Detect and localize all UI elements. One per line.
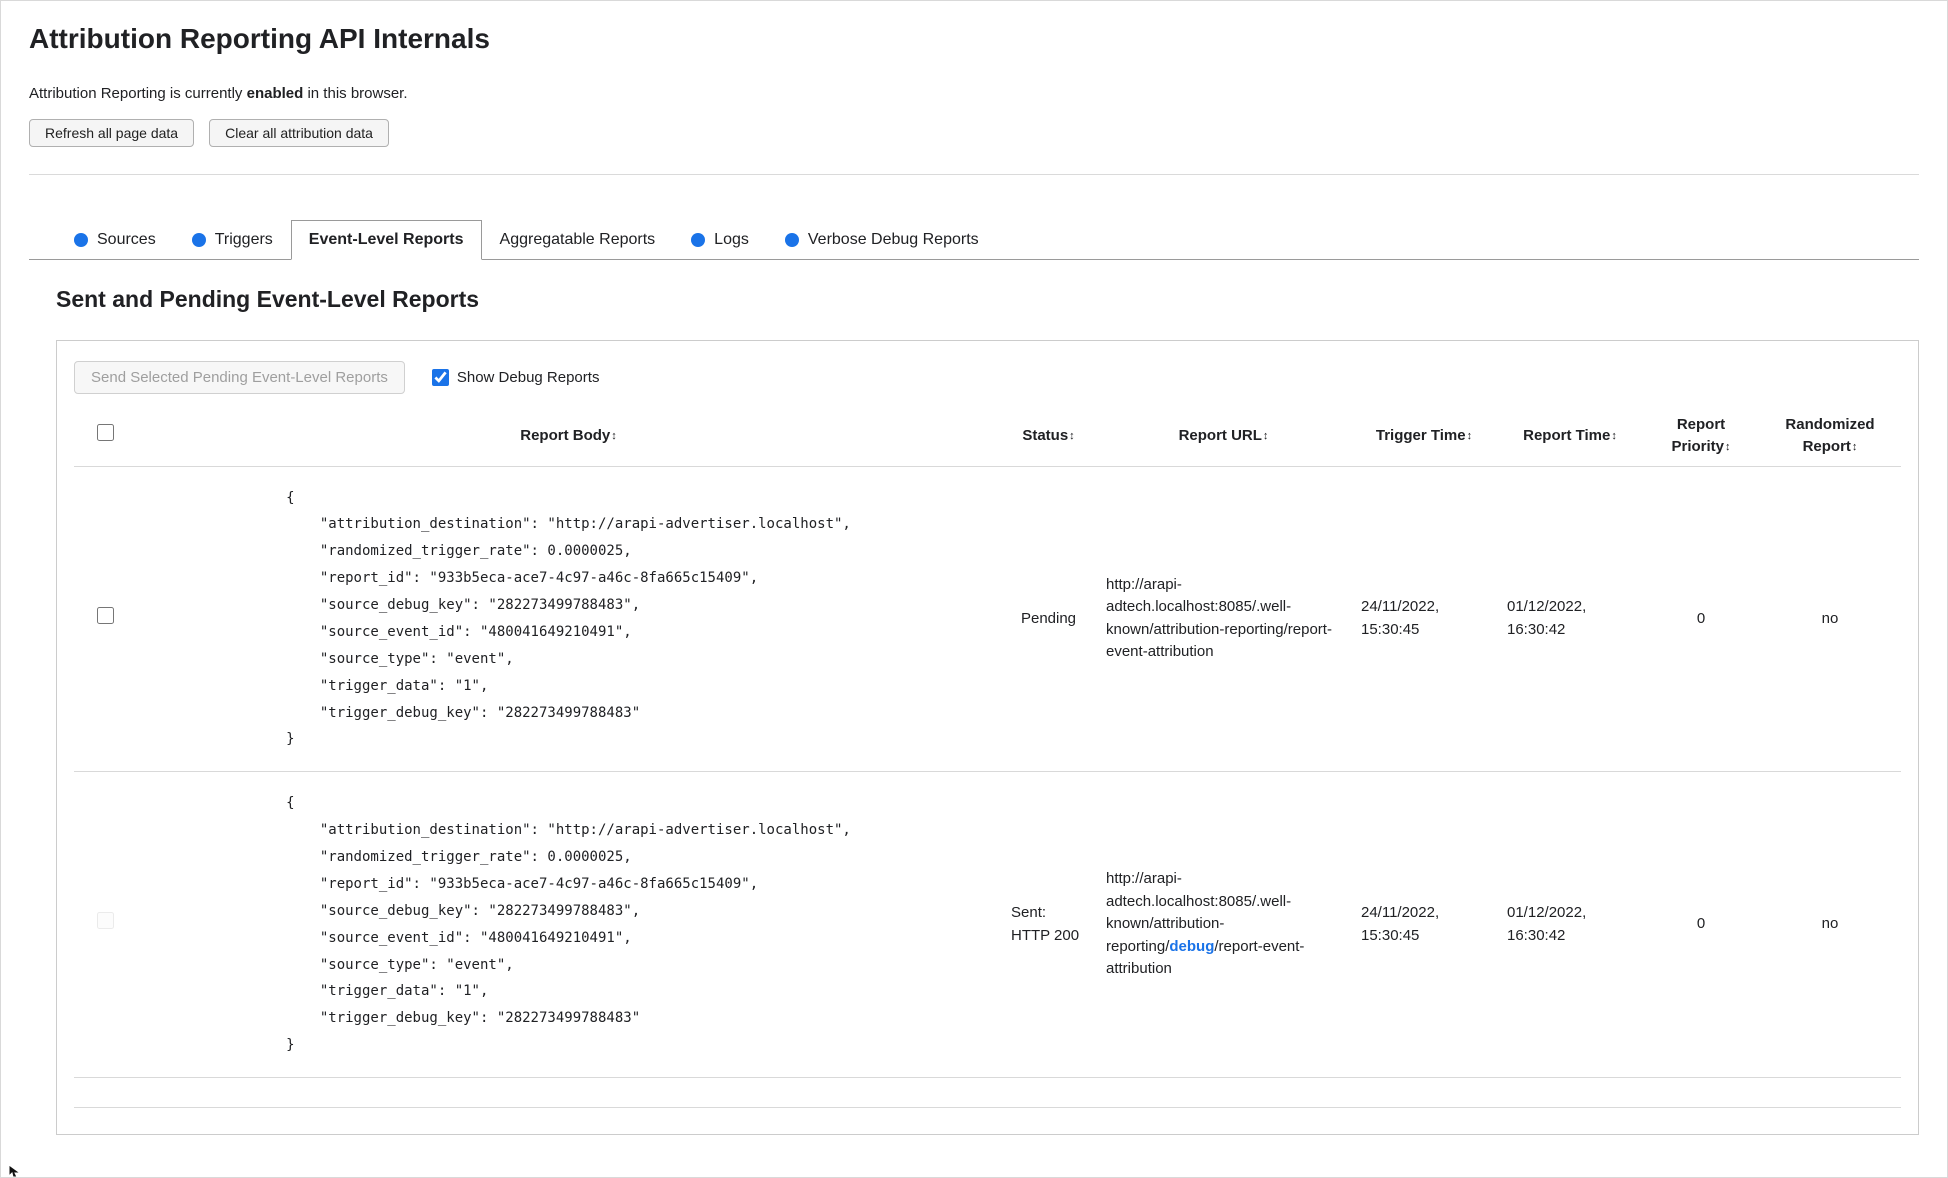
status-text: Attribution Reporting is currently enabl… (29, 85, 1919, 102)
debug-path-segment: debug (1169, 937, 1215, 955)
row-select-cell (74, 771, 136, 1078)
show-debug-checkbox[interactable] (431, 369, 449, 386)
trigger-time-cell: 24/11/2022, 15:30:45 (1351, 771, 1497, 1078)
tab-label: Sources (97, 231, 156, 248)
table-footer-row (74, 1077, 1901, 1108)
event-reports-table: Report Body↕ Status↕ Report URL↕ Trigger… (74, 406, 1901, 1108)
report-row-sent: { "attribution_destination": "http://ara… (74, 771, 1901, 1078)
tab-label: Logs (714, 231, 749, 248)
column-header-report-time[interactable]: Report Time↕ (1497, 406, 1643, 467)
show-debug-label: Show Debug Reports (456, 369, 600, 386)
page-toolbar: Refresh all page data Clear all attribut… (29, 119, 1919, 147)
report-row-pending: { "attribution_destination": "http://ara… (74, 466, 1901, 773)
column-header-trigger-time[interactable]: Trigger Time↕ (1351, 406, 1497, 467)
report-body-cell: { "attribution_destination": "http://ara… (136, 771, 1001, 1078)
page-title: Attribution Reporting API Internals (29, 23, 490, 54)
sort-icon: ↕ (1611, 429, 1617, 442)
report-time: 01/12/2022, 16:30:42 (1507, 904, 1587, 944)
column-label: Randomized Report (1785, 416, 1875, 455)
clear-all-button[interactable]: Clear all attribution data (209, 119, 389, 147)
report-url: http://arapi-adtech.localhost:8085/.well… (1106, 574, 1341, 664)
report-time-cell: 01/12/2022, 16:30:42 (1497, 771, 1643, 1078)
report-time: 01/12/2022, 16:30:42 (1507, 598, 1587, 638)
sort-icon: ↕ (1069, 429, 1075, 442)
tab-strip: Sources Triggers Event-Level Reports Agg… (29, 220, 1919, 260)
column-header-status[interactable]: Status↕ (1001, 406, 1096, 467)
select-all-header-cell (74, 406, 136, 467)
column-label: Report Priority (1671, 416, 1726, 455)
status-text-prefix: Attribution Reporting is currently (29, 85, 247, 102)
panel-toolbar: Send Selected Pending Event-Level Report… (74, 361, 1901, 394)
tab-label: Triggers (214, 231, 273, 248)
column-label: Report Time (1523, 426, 1611, 444)
report-url-cell: http://arapi-adtech.localhost:8085/.well… (1096, 466, 1351, 773)
report-priority: 0 (1696, 915, 1706, 933)
report-priority-cell: 0 (1643, 771, 1759, 1078)
row-select-checkbox-disabled[interactable] (96, 912, 114, 930)
tab-data-dot-icon (784, 233, 799, 247)
mouse-cursor-icon (8, 1165, 22, 1177)
reports-panel: Send Selected Pending Event-Level Report… (56, 340, 1919, 1135)
randomized-report: no (1821, 915, 1839, 933)
tab-event-level-reports[interactable]: Event-Level Reports (290, 220, 482, 260)
report-url-cell: http://arapi-adtech.localhost:8085/.well… (1096, 771, 1351, 1078)
randomized-report: no (1821, 609, 1839, 627)
trigger-time-cell: 24/11/2022, 15:30:45 (1351, 466, 1497, 773)
tab-label: Aggregatable Reports (499, 231, 656, 248)
trigger-time: 24/11/2022, 15:30:45 (1361, 598, 1440, 638)
report-time-cell: 01/12/2022, 16:30:42 (1497, 466, 1643, 773)
tab-data-dot-icon (691, 233, 706, 247)
report-body-json: { "attribution_destination": "http://ara… (286, 489, 851, 748)
randomized-report-cell: no (1759, 466, 1901, 773)
select-all-checkbox[interactable] (96, 423, 114, 441)
trigger-time: 24/11/2022, 15:30:45 (1361, 904, 1440, 944)
tab-label: Event-Level Reports (308, 231, 464, 248)
tab-data-dot-icon (191, 233, 206, 247)
column-header-report-priority[interactable]: Report Priority↕ (1643, 406, 1759, 467)
sort-icon: ↕ (1466, 429, 1473, 442)
randomized-report-cell: no (1759, 771, 1901, 1078)
column-header-report-url[interactable]: Report URL↕ (1096, 406, 1351, 467)
report-priority: 0 (1696, 609, 1706, 627)
tab-label: Verbose Debug Reports (807, 231, 979, 248)
report-status: Pending (1020, 609, 1077, 627)
tab-triggers[interactable]: Triggers (174, 220, 291, 260)
sort-icon: ↕ (611, 429, 617, 442)
row-select-checkbox[interactable] (96, 606, 114, 624)
report-url: http://arapi-adtech.localhost:8085/.well… (1106, 868, 1341, 981)
table-header-row: Report Body↕ Status↕ Report URL↕ Trigger… (74, 406, 1901, 467)
status-text-suffix: in this browser. (303, 85, 408, 102)
report-body-json: { "attribution_destination": "http://ara… (286, 795, 851, 1054)
send-selected-button[interactable]: Send Selected Pending Event-Level Report… (74, 361, 405, 394)
report-status-cell: Pending (1001, 466, 1096, 773)
report-body-cell: { "attribution_destination": "http://ara… (136, 466, 1001, 773)
show-debug-toggle[interactable]: Show Debug Reports (431, 369, 600, 386)
status-enabled-text: enabled (246, 85, 304, 102)
attribution-internals-page: Attribution Reporting API Internals Attr… (0, 0, 1948, 1178)
column-label: Status (1022, 426, 1069, 444)
column-header-randomized-report[interactable]: Randomized Report↕ (1759, 406, 1901, 467)
tab-logs[interactable]: Logs (673, 220, 767, 260)
report-status: Sent: HTTP 200 (1011, 904, 1080, 944)
column-label: Report Body (520, 426, 611, 444)
tab-sources[interactable]: Sources (56, 220, 174, 260)
sort-icon: ↕ (1725, 440, 1731, 453)
column-label: Trigger Time (1375, 426, 1466, 444)
report-url-prefix: http://arapi-adtech.localhost:8085/.well… (1106, 575, 1292, 638)
table-footer-cell (74, 1077, 1901, 1108)
column-header-report-body[interactable]: Report Body↕ (136, 406, 1001, 467)
divider (29, 174, 1919, 175)
sort-icon: ↕ (1262, 429, 1269, 442)
sort-icon: ↕ (1851, 440, 1858, 453)
row-select-cell (74, 466, 136, 773)
column-label: Report URL (1178, 426, 1262, 444)
refresh-all-button[interactable]: Refresh all page data (29, 119, 195, 147)
report-status-cell: Sent: HTTP 200 (1001, 771, 1096, 1078)
section-heading: Sent and Pending Event-Level Reports (56, 286, 480, 312)
tab-aggregatable-reports[interactable]: Aggregatable Reports (482, 220, 674, 260)
report-priority-cell: 0 (1643, 466, 1759, 773)
tab-verbose-debug-reports[interactable]: Verbose Debug Reports (767, 220, 997, 260)
tab-data-dot-icon (74, 233, 88, 247)
